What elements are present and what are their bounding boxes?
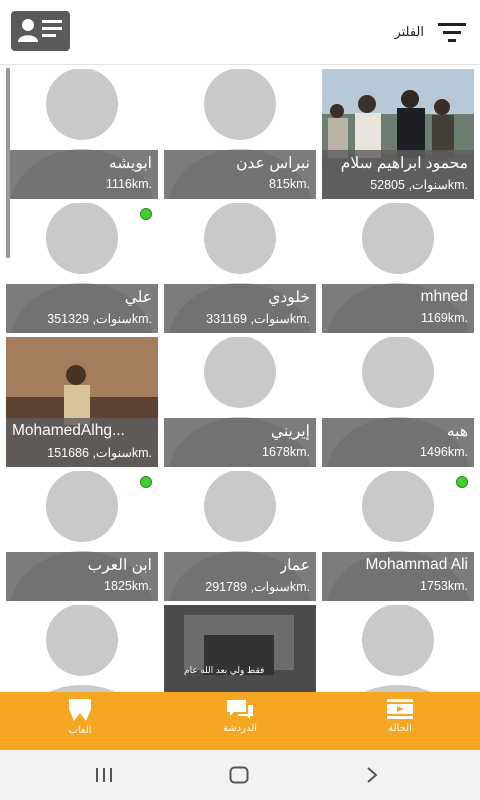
profile-tile[interactable]: MohamedAlhg... 15سنوات, 1686km. (6, 337, 158, 467)
online-status-dot (456, 476, 468, 488)
profile-name: هبه (446, 423, 468, 440)
profile-caption: نبراس عدن 815km. (164, 150, 316, 199)
profile-tile[interactable]: نبراس عدن 815km. (164, 69, 316, 199)
photo-overlay-text: فقط ولي بعد الله عام (184, 665, 265, 675)
profile-name: علي (124, 289, 152, 306)
profile-name: عمار (279, 557, 310, 574)
profile-caption: خلودي 33سنوات, 1169km. (164, 284, 316, 333)
profile-name: Mohammad Ali (365, 556, 468, 573)
profile-tile[interactable]: فقط ولي بعد الله عام (164, 605, 316, 692)
profile-name: خلودي (268, 289, 310, 306)
system-nav-bar (0, 750, 480, 800)
profile-tile[interactable]: علي 35سنوات, 1329km. (6, 203, 158, 333)
profile-name: ابويشه (108, 155, 152, 172)
profile-tile[interactable]: Mohammad Ali 1753km. (322, 471, 474, 601)
profile-caption: MohamedAlhg... 15سنوات, 1686km. (6, 418, 158, 467)
bottom-nav: الحالة الدردشة العاب (0, 692, 480, 750)
filter-label: الفلتر (394, 24, 424, 40)
profile-name: MohamedAlhg... (12, 422, 125, 439)
video-icon (387, 699, 413, 719)
profile-caption: هبه 1496km. (322, 418, 474, 467)
profile-name: محمود ابراهيم سلام (340, 155, 468, 172)
nav-status[interactable]: الحالة (360, 698, 440, 734)
back-icon[interactable] (366, 767, 378, 783)
profile-caption: Mohammad Ali 1753km. (322, 552, 474, 601)
top-bar: الفلتر (0, 0, 480, 65)
profile-name: ابن العرب (87, 557, 152, 574)
profile-tile[interactable] (6, 605, 158, 692)
profile-caption: علي 35سنوات, 1329km. (6, 284, 158, 333)
profile-card-icon[interactable] (11, 11, 70, 51)
profile-name: إيريني (270, 423, 310, 440)
profile-tile[interactable] (322, 605, 474, 692)
profile-distance: 1496km. (420, 445, 468, 459)
default-avatar-icon (46, 605, 118, 692)
profile-distance: 35سنوات, 1329km. (47, 312, 152, 326)
profile-distance: 1753km. (420, 579, 468, 593)
profile-tile[interactable]: mhned 1169km. (322, 203, 474, 333)
home-icon[interactable] (229, 766, 249, 784)
profile-caption: mhned 1169km. (322, 284, 474, 333)
recent-apps-icon[interactable] (95, 767, 113, 783)
filter-icon (438, 23, 466, 42)
online-status-dot (140, 208, 152, 220)
profile-distance: 1678km. (262, 445, 310, 459)
profile-distance: 815km. (269, 177, 310, 191)
profile-distance: 1116km. (105, 177, 152, 191)
profile-grid: محمود ابراهيم سلام 52سنوات, 805km. نبراس… (0, 66, 480, 692)
profile-tile[interactable]: محمود ابراهيم سلام 52سنوات, 805km. (322, 69, 474, 199)
nav-chat-label: الدردشة (222, 723, 258, 734)
profile-caption: إيريني 1678km. (164, 418, 316, 467)
profile-caption: ابويشه 1116km. (6, 150, 158, 199)
filter-button[interactable]: الفلتر (394, 16, 466, 48)
chat-icon (227, 700, 253, 719)
profile-distance: 1169km. (420, 311, 468, 325)
profile-tile[interactable]: ابويشه 1116km. (6, 69, 158, 199)
profile-caption: عمار 29سنوات, 1789km. (164, 552, 316, 601)
nav-chat[interactable]: الدردشة (200, 698, 280, 734)
profile-name: نبراس عدن (236, 155, 310, 172)
profile-photo (164, 605, 316, 692)
profile-caption: محمود ابراهيم سلام 52سنوات, 805km. (322, 150, 474, 199)
online-status-dot (140, 476, 152, 488)
games-icon (69, 699, 91, 721)
nav-games-label: العاب (68, 725, 92, 736)
scrollbar[interactable] (6, 68, 10, 258)
profile-distance: 15سنوات, 1686km. (47, 446, 152, 460)
nav-games[interactable]: العاب (40, 698, 120, 736)
profile-tile[interactable]: هبه 1496km. (322, 337, 474, 467)
profile-tile[interactable]: إيريني 1678km. (164, 337, 316, 467)
profile-distance: 33سنوات, 1169km. (206, 312, 310, 326)
profile-distance: 52سنوات, 805km. (370, 178, 468, 192)
profile-distance: 1825km. (104, 579, 152, 593)
profile-caption: ابن العرب 1825km. (6, 552, 158, 601)
profile-name: mhned (420, 288, 468, 305)
default-avatar-icon (362, 605, 434, 692)
nav-status-label: الحالة (388, 723, 412, 734)
profile-tile[interactable]: ابن العرب 1825km. (6, 471, 158, 601)
profile-tile[interactable]: عمار 29سنوات, 1789km. (164, 471, 316, 601)
profile-tile[interactable]: خلودي 33سنوات, 1169km. (164, 203, 316, 333)
profile-distance: 29سنوات, 1789km. (205, 580, 310, 594)
